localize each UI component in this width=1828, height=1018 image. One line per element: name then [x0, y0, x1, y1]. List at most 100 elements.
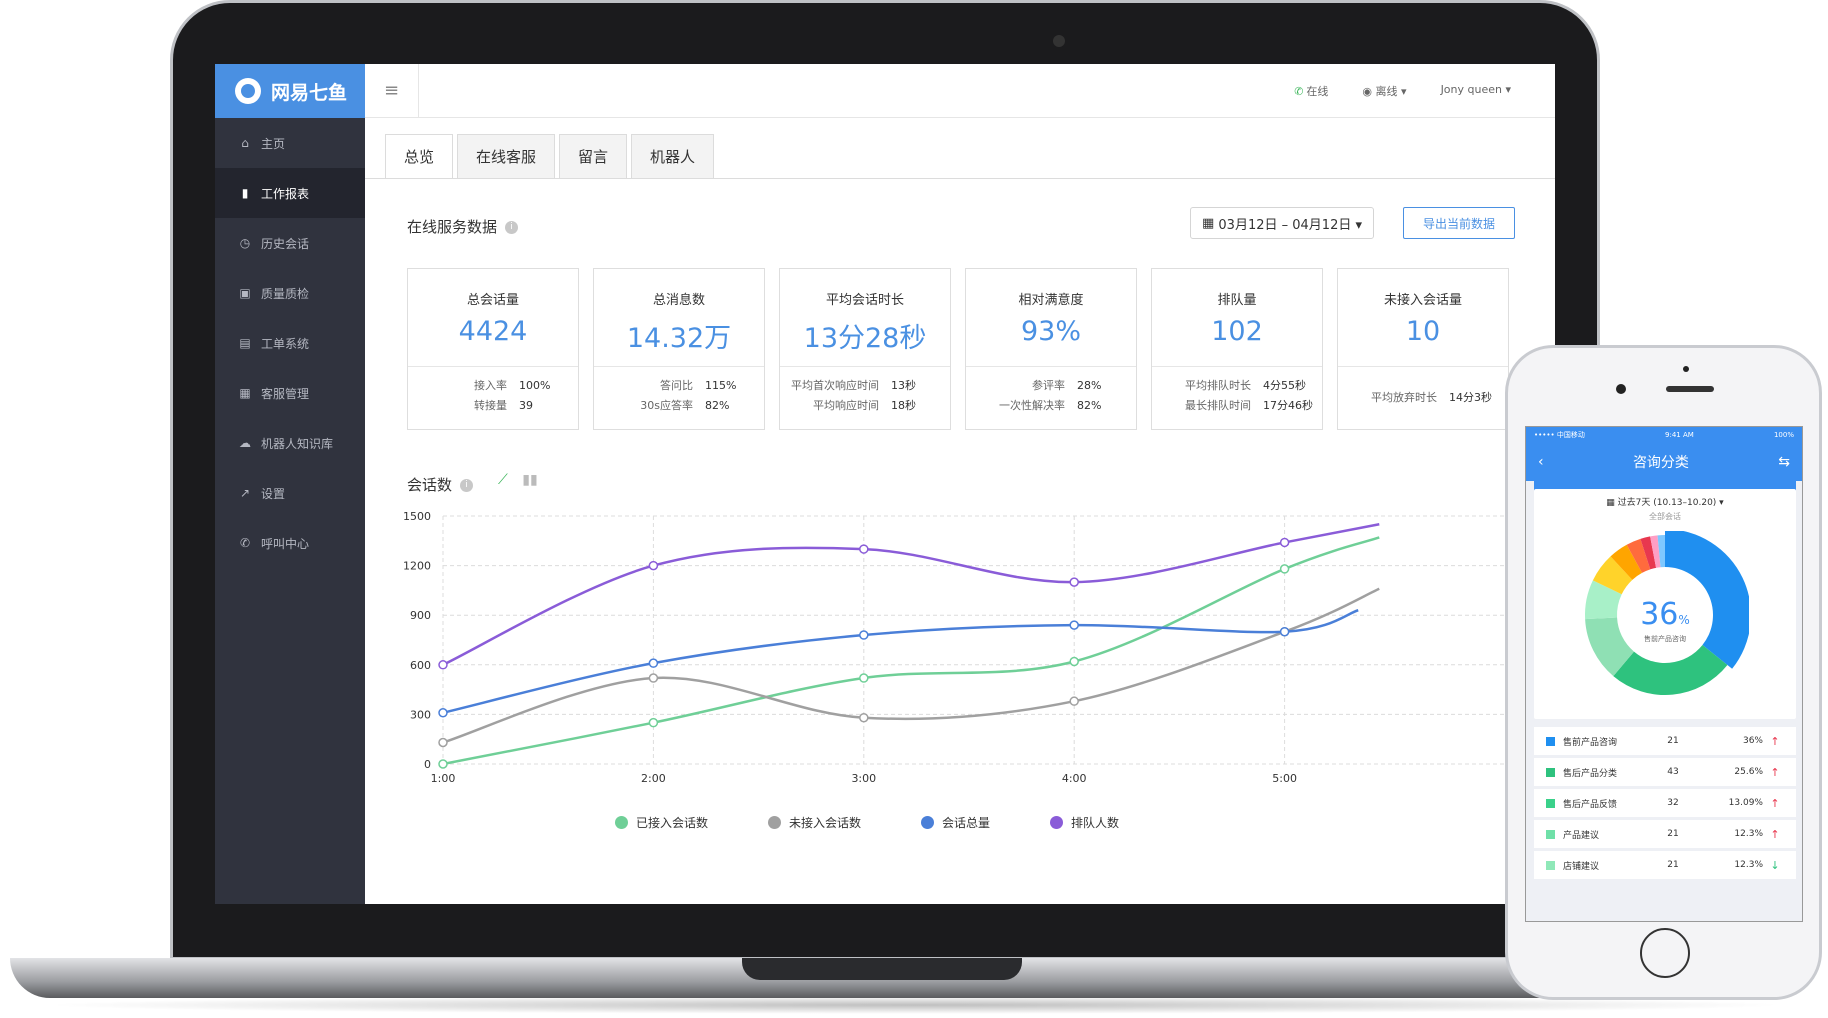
sidebar-item-reports[interactable]: ▮ 工作报表 [215, 168, 365, 218]
card-row: 平均排队时长 4分55秒 [1152, 375, 1322, 395]
category-row[interactable]: 店铺建议 21 12.3% ↓ [1534, 851, 1796, 879]
card-row-label: 平均响应时间 [813, 399, 879, 412]
category-percent: 25.6% [1734, 767, 1763, 777]
x-tick-label: 3:00 [851, 772, 876, 785]
logo-text: 网易七鱼 [271, 81, 348, 104]
app-logo[interactable]: 网易七鱼 [215, 64, 365, 118]
x-tick-label: 1:00 [431, 772, 456, 785]
category-swatch [1546, 736, 1555, 746]
data-point [1279, 626, 1290, 637]
sidebar-item-home[interactable]: ⌂ 主页 [215, 118, 365, 168]
card-rows: 平均放弃时长 14分3秒 [1338, 367, 1508, 407]
back-icon[interactable]: ‹ [1538, 454, 1544, 470]
grid-icon: ▦ [239, 386, 251, 400]
card-row-value: 13秒 [891, 379, 916, 392]
info-icon[interactable]: i [460, 479, 474, 492]
chart-type-switch: ⟋ ▮▮ [498, 472, 538, 488]
laptop-shadow [40, 996, 1790, 1014]
line-chart-icon[interactable]: ⟋ [498, 472, 508, 488]
stat-card: 总消息数 14.32万 答问比 115% 30s应答率 82% [593, 268, 765, 430]
y-tick-label: 0 [424, 758, 431, 771]
category-name: 店铺建议 [1563, 861, 1600, 872]
sidebar-item-quality[interactable]: ▣ 质量质检 [215, 268, 365, 318]
tab-messages[interactable]: 留言 [559, 134, 628, 178]
home-icon: ⌂ [241, 136, 249, 150]
legend-label: 已接入会话数 [636, 816, 709, 830]
tab-robot[interactable]: 机器人 [631, 134, 715, 178]
y-tick-label: 600 [410, 659, 431, 672]
info-icon[interactable]: i [505, 221, 519, 234]
data-point [1069, 696, 1079, 706]
status-offline-label: 离线 ▾ [1375, 84, 1407, 98]
sidebar-item-robot-kb[interactable]: ☁ 机器人知识库 [215, 418, 365, 468]
data-point [859, 712, 869, 723]
data-point [1069, 577, 1079, 587]
phone-speaker [1666, 386, 1714, 392]
sidebar-item-label: 呼叫中心 [261, 536, 310, 551]
legend-item[interactable]: 排队人数 [1050, 814, 1119, 831]
sidebar-item-call-center[interactable]: ✆ 呼叫中心 [215, 518, 365, 568]
legend-swatch [768, 816, 782, 829]
home-button[interactable] [1640, 928, 1690, 978]
card-value: 14.32万 [626, 323, 732, 354]
legend-item[interactable]: 会话总量 [921, 814, 990, 831]
x-tick-label: 2:00 [641, 772, 666, 785]
card-row: 一次性解决率 82% [966, 395, 1136, 415]
data-point [859, 630, 869, 640]
calendar-icon: ▦ [1201, 215, 1219, 231]
category-row[interactable]: 售后产品反馈 32 13.09% ↑ [1534, 789, 1796, 817]
data-point [648, 658, 659, 668]
date-range-picker[interactable]: ▦ 03月12日 – 04月12日 ▾ [1190, 207, 1374, 239]
clock-icon: ◷ [239, 236, 251, 250]
legend-item[interactable]: 未接入会话数 [768, 814, 861, 831]
sidebar-item-tickets[interactable]: ▤ 工单系统 [215, 318, 365, 368]
category-row[interactable]: 售后产品分类 43 25.6% ↑ [1534, 758, 1796, 786]
document-icon: ▤ [239, 336, 251, 350]
data-point [438, 737, 448, 748]
card-rows: 参评率 28% 一次性解决率 82% [966, 367, 1136, 415]
sidebar-item-label: 主页 [261, 136, 286, 151]
range-text: 过去7天 (10.13–10.20) ▾ [1617, 498, 1724, 508]
y-tick-label: 900 [410, 609, 431, 622]
category-percent: 12.3% [1734, 829, 1763, 839]
card-row-value: 17分46秒 [1263, 399, 1313, 412]
legend-label: 会话总量 [942, 816, 991, 830]
card-rows: 平均首次响应时间 13秒 平均响应时间 18秒 [780, 367, 950, 415]
card-row: 平均放弃时长 14分3秒 [1338, 387, 1508, 407]
y-tick-label: 1200 [403, 560, 431, 573]
category-swatch [1546, 860, 1555, 870]
data-point [648, 560, 659, 571]
legend-item[interactable]: 已接入会话数 [615, 814, 708, 831]
data-point [438, 707, 448, 718]
category-row[interactable]: 售前产品咨询 21 36% ↑ [1534, 727, 1796, 755]
card-title: 排队量 [1217, 293, 1257, 308]
user-menu[interactable]: Jony queen ▾ [1441, 83, 1511, 99]
series-line [442, 536, 1380, 766]
chart-title: 会话数 i [407, 474, 474, 495]
category-count: 21 [1667, 829, 1679, 839]
menu-toggle-icon[interactable]: ≡ [365, 64, 419, 118]
top-bar: ≡ ✆ 在线 ◉ 离线 ▾ Jony queen ▾ [365, 64, 1555, 118]
sidebar-item-staff[interactable]: ▦ 客服管理 [215, 368, 365, 418]
tab-overview[interactable]: 总览 [385, 134, 454, 178]
card-row-label: 平均首次响应时间 [791, 379, 879, 392]
card-row-label: 一次性解决率 [999, 399, 1065, 412]
bar-chart-icon[interactable]: ▮▮ [522, 472, 537, 488]
center-unit: % [1678, 613, 1690, 627]
export-button[interactable]: 导出当前数据 [1403, 207, 1515, 239]
range-selector[interactable]: ▦ 过去7天 (10.13–10.20) ▾ [1534, 495, 1796, 508]
card-row-value: 82% [705, 398, 730, 412]
tab-online-service[interactable]: 在线客服 [457, 134, 556, 178]
card-value: 93% [1020, 316, 1081, 347]
status-online[interactable]: ✆ 在线 [1294, 83, 1328, 99]
arrow-down-icon: ↓ [1770, 858, 1780, 872]
card-title: 相对满意度 [1018, 293, 1084, 308]
status-offline-dropdown[interactable]: ◉ 离线 ▾ [1362, 83, 1406, 99]
sidebar-item-history[interactable]: ◷ 历史会话 [215, 218, 365, 268]
category-row[interactable]: 产品建议 21 12.3% ↑ [1534, 820, 1796, 848]
refresh-icon[interactable]: ⇆ [1778, 454, 1790, 470]
sidebar-item-settings[interactable]: ↗ 设置 [215, 468, 365, 518]
status-online-label: 在线 [1306, 84, 1329, 98]
card-value: 102 [1211, 316, 1263, 347]
arrow-up-icon: ↑ [1770, 765, 1780, 779]
